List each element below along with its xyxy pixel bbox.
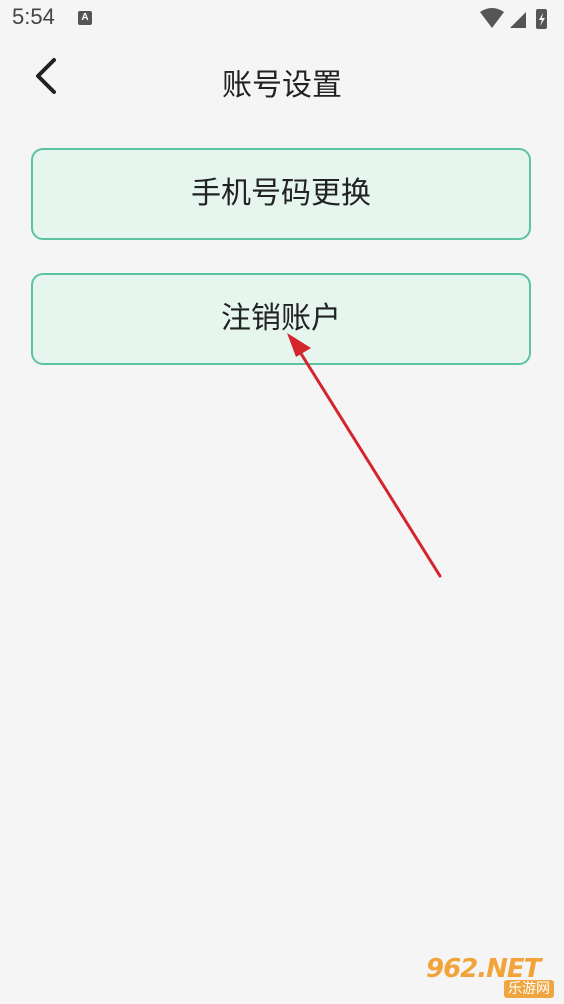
status-bar: 5:54 A [0, 0, 564, 40]
wifi-icon [480, 8, 504, 28]
page-title: 账号设置 [222, 68, 342, 103]
signal-icon [510, 12, 526, 28]
change-phone-button[interactable]: 手机号码更换 [31, 148, 531, 240]
status-time: 5:54 [12, 4, 55, 29]
a-icon: A [78, 11, 92, 25]
header: 账号设置 [0, 40, 564, 116]
watermark-logo: 962.NET 乐游网 [426, 954, 558, 1000]
delete-account-button[interactable]: 注销账户 [31, 273, 531, 365]
status-icons [480, 8, 547, 29]
watermark-tagline: 乐游网 [504, 980, 554, 998]
